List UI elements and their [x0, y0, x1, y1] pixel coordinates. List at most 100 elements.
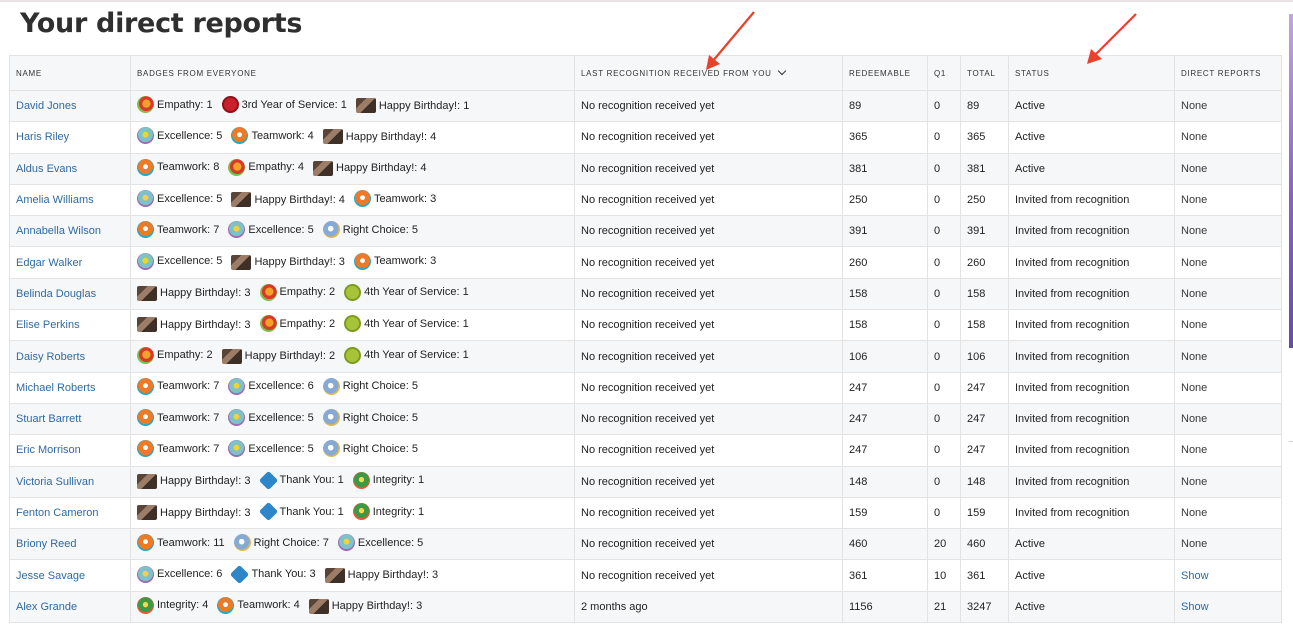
employee-name-link[interactable]: Annabella Wilson — [9, 215, 131, 248]
badge-item: 4th Year of Service: 1 — [344, 315, 469, 333]
col-header-q1[interactable]: Q1 — [927, 55, 961, 91]
employee-name-link-text[interactable]: Amelia Williams — [16, 194, 94, 206]
employee-name-link-text[interactable]: Elise Perkins — [16, 319, 80, 331]
right-choice-badge-icon — [233, 534, 251, 552]
table-row: Victoria Sullivan Happy Birthday!: 3 Thank… — [9, 465, 1282, 498]
empathy-badge-icon — [228, 158, 246, 176]
redeemable-cell-text: 89 — [849, 100, 862, 113]
col-header-last-recognition[interactable]: LAST RECOGNITION RECEIVED FROM YOU — [574, 55, 843, 91]
badge-label: Teamwork: 3 — [373, 192, 437, 205]
header-row: NAME BADGES FROM EVERYONE LAST RECOGNITI… — [9, 55, 1282, 91]
badge-label: Excellence: 5 — [157, 192, 223, 205]
employee-name-link-text[interactable]: David Jones — [16, 100, 77, 112]
col-header-name[interactable]: NAME — [9, 55, 131, 91]
employee-name-link-text[interactable]: Edgar Walker — [16, 257, 82, 269]
employee-name-link-text[interactable]: Fenton Cameron — [16, 507, 99, 519]
employee-name-link[interactable]: Haris Riley — [9, 121, 131, 154]
employee-name-link-text[interactable]: Jesse Savage — [16, 570, 85, 582]
total-cell-text: 247 — [967, 413, 986, 426]
employee-name-link-text[interactable]: Aldus Evans — [16, 163, 77, 175]
employee-name-link-text[interactable]: Michael Roberts — [16, 382, 95, 394]
integrity-badge-icon — [352, 471, 370, 489]
employee-name-link[interactable]: David Jones — [9, 89, 131, 123]
integrity-badge-icon — [137, 596, 154, 614]
employee-name-link[interactable]: Briony Reed — [9, 528, 131, 561]
employee-name-link-text[interactable]: Daisy Roberts — [16, 351, 85, 363]
col-header-redeemable[interactable]: REDEEMABLE — [842, 55, 928, 91]
col-header-total[interactable]: TOTAL — [960, 55, 1009, 91]
redeemable-cell-text: 1156 — [849, 600, 873, 613]
q1-cell: 0 — [927, 246, 961, 279]
status-cell: Invited from recognition — [1008, 371, 1175, 404]
employee-name-link-text[interactable]: Haris Riley — [16, 131, 69, 143]
employee-name-link[interactable]: Jesse Savage — [9, 559, 131, 592]
col-header-badges[interactable]: BADGES FROM EVERYONE — [130, 55, 575, 91]
employee-name-link-text[interactable]: Annabella Wilson — [16, 225, 101, 237]
direct-reports-show-link-text[interactable]: Show — [1181, 570, 1209, 582]
badge-label: Integrity: 1 — [372, 474, 425, 487]
q1-cell: 20 — [927, 528, 961, 561]
direct-reports-show-link[interactable]: Show — [1174, 590, 1282, 624]
badges-cell: Happy Birthday!: 3 Thank You: 1 Integrity:… — [130, 465, 575, 498]
q1-cell: 21 — [927, 590, 961, 624]
employee-name-link[interactable]: Michael Roberts — [9, 371, 131, 404]
excellence-badge-icon — [137, 127, 154, 145]
birthday-badge-icon — [137, 317, 157, 333]
thank-you-badge-icon — [258, 501, 278, 522]
status-cell-text: Active — [1015, 131, 1045, 144]
teamwork-badge-icon — [137, 534, 154, 552]
col-header-direct-reports[interactable]: DIRECT REPORTS — [1174, 55, 1282, 91]
badge-label: Thank You: 1 — [279, 505, 344, 518]
last-recognition-cell-text: No recognition received yet — [581, 194, 715, 207]
last-recognition-cell-text: No recognition received yet — [581, 287, 715, 300]
employee-name-link[interactable]: Belinda Douglas — [9, 277, 131, 311]
employee-name-link[interactable]: Edgar Walker — [9, 246, 131, 279]
last-recognition-cell: No recognition received yet — [574, 496, 843, 530]
4th-year-badge-icon — [344, 315, 362, 333]
birthday-badge-icon — [137, 473, 157, 489]
employee-name-link[interactable]: Alex Grande — [9, 590, 131, 624]
birthday-badge-icon — [308, 598, 329, 614]
employee-name-link[interactable]: Stuart Barrett — [9, 402, 131, 436]
employee-name-link[interactable]: Elise Perkins — [9, 309, 131, 342]
col-header-status[interactable]: STATUS — [1008, 55, 1175, 91]
total-cell: 365 — [960, 121, 1009, 154]
badge-item: Empathy: 1 — [137, 96, 213, 114]
employee-name-link[interactable]: Eric Morrison — [9, 434, 131, 467]
badges-cell: Teamwork: 8 Empathy: 4 Happy Birthday!: 4 — [130, 152, 575, 185]
direct-reports-show-link[interactable]: Show — [1174, 559, 1282, 592]
status-cell-text: Invited from recognition — [1015, 256, 1130, 269]
badge-label: Happy Birthday!: 4 — [345, 130, 437, 143]
status-cell: Active — [1008, 121, 1175, 154]
badge-label: Empathy: 2 — [157, 349, 213, 362]
last-recognition-cell-text: No recognition received yet — [581, 225, 715, 238]
employee-name-link[interactable]: Aldus Evans — [9, 152, 131, 185]
badge-label: Teamwork: 4 — [237, 599, 300, 612]
sort-chevron-down-icon[interactable] — [777, 66, 786, 75]
table-row: Annabella Wilson Teamwork: 7 Excellence: 5… — [9, 215, 1282, 248]
status-cell-text: Invited from recognition — [1015, 413, 1130, 426]
status-cell: Invited from recognition — [1008, 183, 1175, 217]
status-cell: Invited from recognition — [1008, 434, 1175, 467]
badge-label: Teamwork: 4 — [251, 129, 314, 142]
badge-item: Right Choice: 5 — [322, 377, 418, 395]
badge-item: Excellence: 5 — [228, 409, 314, 427]
redeemable-cell-text: 159 — [849, 507, 868, 519]
employee-name-link-text[interactable]: Eric Morrison — [16, 444, 81, 456]
employee-name-link-text[interactable]: Belinda Douglas — [16, 288, 96, 300]
teamwork-badge-icon — [137, 158, 154, 176]
direct-reports-show-link-text[interactable]: Show — [1181, 601, 1209, 613]
employee-name-link[interactable]: Amelia Williams — [9, 183, 131, 217]
employee-name-link[interactable]: Victoria Sullivan — [9, 465, 131, 498]
employee-name-link-text[interactable]: Briony Reed — [16, 538, 77, 550]
badge-label: Empathy: 2 — [279, 286, 336, 299]
excellence-badge-icon — [137, 252, 154, 270]
badge-item: Teamwork: 4 — [217, 596, 300, 614]
status-cell: Invited from recognition — [1008, 277, 1175, 311]
employee-name-link-text[interactable]: Alex Grande — [16, 601, 77, 613]
employee-name-link[interactable]: Daisy Roberts — [9, 340, 131, 373]
employee-name-link-text[interactable]: Stuart Barrett — [16, 413, 81, 425]
employee-name-link[interactable]: Fenton Cameron — [9, 496, 131, 530]
employee-name-link-text[interactable]: Victoria Sullivan — [16, 476, 94, 488]
table-row: Elise Perkins Happy Birthday!: 3 Empathy: … — [9, 309, 1282, 342]
